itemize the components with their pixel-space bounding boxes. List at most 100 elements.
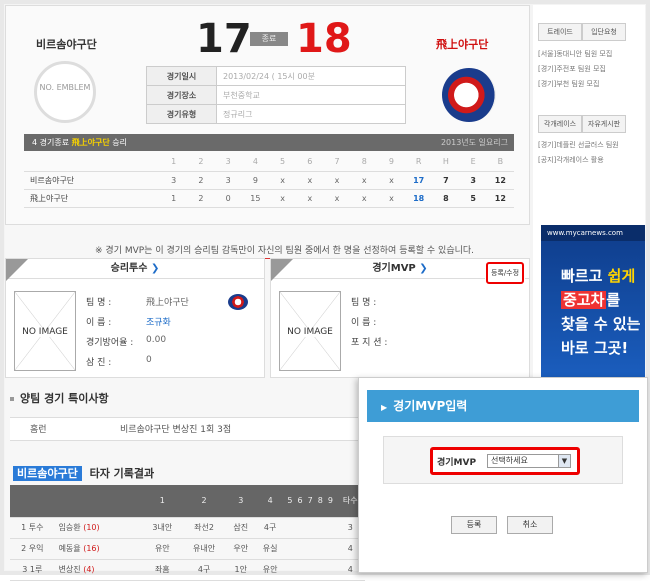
tab-join-request[interactable]: 입단요청 [582, 23, 626, 41]
result-bar: 4 경기종료 飛上야구단 승리 2013년도 일요리그 [24, 134, 514, 151]
score-cell: 9 [241, 171, 269, 190]
card-title: 승리투수 [110, 263, 148, 274]
inning-score-table: 1 2 3 4 5 6 7 8 9 R H E B 비르솜야구단 3 2 3 9… [24, 153, 514, 208]
batter-name[interactable]: 변상진 [59, 565, 81, 574]
list-item[interactable]: [경기]주전포 팀원 모집 [538, 64, 612, 79]
column-header: 4 [255, 485, 285, 518]
chevron-down-icon: ▼ [558, 455, 570, 467]
game-info-table: 경기일시 2013/02/24 ( 15시 00분 경기장소 부천중학교 경기유형 정… [146, 66, 406, 124]
inning-header: 6 [296, 153, 324, 172]
batter-position: 1 투수 [10, 517, 55, 539]
batter-name-cell: 예동율 (16) [54, 538, 143, 560]
inning-header: 2 [187, 153, 215, 172]
score-cell: 2 [187, 189, 215, 208]
inning-header: 9 [377, 153, 406, 172]
home-score: 17 [196, 16, 252, 62]
cancel-button[interactable]: 취소 [507, 516, 553, 534]
mvp-select-highlight: 경기MVP 선택하세요 ▼ [430, 447, 580, 475]
batter-number: (4) [83, 565, 95, 574]
table-row: 3 1루 변상진 (4) 좌홈 4구 1안 유안 4 [10, 559, 365, 581]
info-value: 정규리그 [216, 104, 406, 124]
confirm-button[interactable]: 등록 [451, 516, 497, 534]
list-item[interactable]: [공지]각개레이스 활용 [538, 155, 619, 170]
table-header-row: 1 2 3 4 5 6 7 8 9 R H E B [24, 153, 514, 172]
batter-position: 3 1루 [10, 559, 55, 581]
tab-direct-race[interactable]: 각개레이스 [538, 115, 582, 133]
bullet-icon: ▶ [381, 403, 388, 412]
row-team: 飛上야구단 [24, 189, 161, 208]
ad-banner[interactable]: www.mycarnews.com 빠르고 쉽게 중고차 를 찾을 수 있는 바로… [541, 225, 645, 385]
mvp-notice: ※ 경기 MVP는 이 경기의 승리팀 감독만이 자신의 팀원 중에서 한 명을… [95, 243, 475, 259]
table-row: 2 우익 예동율 (16) 유안 유내안 우안 유실 4 [10, 538, 365, 560]
inning-header: E [459, 153, 487, 172]
winning-pitcher-card: 승리투수 ❯ NO IMAGE 팀 명 : 飛上야구단 이 름 : 조규화 경기방어… [5, 258, 265, 378]
tab-free-board[interactable]: 자유게시판 [582, 115, 626, 133]
note-key: 홈런 [30, 425, 47, 435]
score-cell: x [268, 189, 297, 208]
mvp-input-dialog: ▶ 경기MVP입력 경기MVP 선택하세요 ▼ 등록 취소 [358, 377, 648, 573]
ad-text: 빠르고 [561, 267, 603, 285]
at-bat-cell [294, 559, 306, 581]
score-cell: x [296, 189, 324, 208]
sidebar-tabs: 트레이드 입단요청 [538, 23, 626, 41]
sidebar-tabs-2: 각개레이스 자유게시판 [538, 115, 626, 133]
list-item[interactable]: [경기]데플린 선글러스 팀원 [538, 140, 619, 155]
score-cell: 12 [486, 171, 514, 190]
sidebar-list: [서울]동대니안 팀원 모집 [경기]주전포 팀원 모집 [경기]부천 팀원 모… [538, 49, 612, 94]
batter-name[interactable]: 임승환 [59, 523, 81, 532]
batter-position: 2 우익 [10, 538, 55, 560]
column-header: 6 [294, 485, 306, 518]
at-bat-cell [325, 517, 336, 539]
card-title: 경기MVP [372, 263, 416, 274]
list-item[interactable]: [서울]동대니안 팀원 모집 [538, 49, 612, 64]
score-cell: x [350, 189, 378, 208]
list-item[interactable]: [경기]부천 팀원 모집 [538, 79, 612, 94]
table-row: 비르솜야구단 3 2 3 9 x x x x x 17 7 3 12 [24, 171, 514, 190]
batting-heading: 비르솜야구단 타자 기록결과 [13, 465, 154, 481]
card-ribbon [271, 259, 293, 281]
info-row: 포 지 션 : [351, 335, 531, 355]
at-bat-cell [294, 538, 306, 560]
score-cell: x [323, 189, 351, 208]
pitcher-name-link[interactable]: 조규화 [146, 315, 171, 335]
score-cell: 8 [432, 189, 460, 208]
register-edit-button[interactable]: 등록/수정 [486, 262, 524, 284]
player-photo-placeholder: NO IMAGE [14, 291, 76, 371]
result-team: 飛上야구단 [71, 138, 110, 147]
column-header: 3 [226, 485, 256, 518]
score-cell: 18 [405, 189, 433, 208]
ad-line: 중고차 를 [561, 289, 620, 310]
at-bat-cell: 유실 [255, 538, 285, 560]
score-cell: 15 [241, 189, 269, 208]
column-header: 1 [142, 485, 183, 518]
tab-trade[interactable]: 트레이드 [538, 23, 582, 41]
at-bat-cell [325, 559, 336, 581]
info-key: 삼 진 : [86, 358, 112, 368]
ad-url: www.mycarnews.com [541, 225, 645, 241]
score-cell: 3 [160, 171, 188, 190]
score-cell: 3 [214, 171, 242, 190]
inning-header: 5 [268, 153, 297, 172]
away-team-logo [442, 68, 496, 122]
mvp-select[interactable]: 선택하세요 ▼ [487, 454, 571, 468]
card-header[interactable]: 승리투수 ❯ [6, 259, 264, 279]
info-key: 팀 명 : [351, 298, 377, 308]
at-bat-cell: 3내안 [142, 517, 183, 539]
info-key: 경기장소 [146, 85, 217, 105]
table-header-row: 1 2 3 4 5 6 7 8 9 타수 [10, 485, 365, 518]
batter-number: (10) [83, 523, 100, 532]
away-score: 18 [296, 16, 352, 62]
score-cell: 0 [214, 189, 242, 208]
inning-header: R [405, 153, 433, 172]
at-bat-cell [315, 538, 326, 560]
batter-name[interactable]: 예동율 [59, 544, 81, 553]
info-key: 팀 명 : [86, 298, 112, 308]
section-title: 타자 기록결과 [89, 467, 155, 480]
row-team: 비르솜야구단 [24, 171, 161, 190]
at-bat-cell: 우안 [226, 538, 256, 560]
inning-header: B [486, 153, 514, 172]
column-header: 8 [315, 485, 326, 518]
at-bat-cell [305, 517, 316, 539]
inning-header: 7 [323, 153, 351, 172]
no-image-label: NO IMAGE [22, 327, 68, 337]
